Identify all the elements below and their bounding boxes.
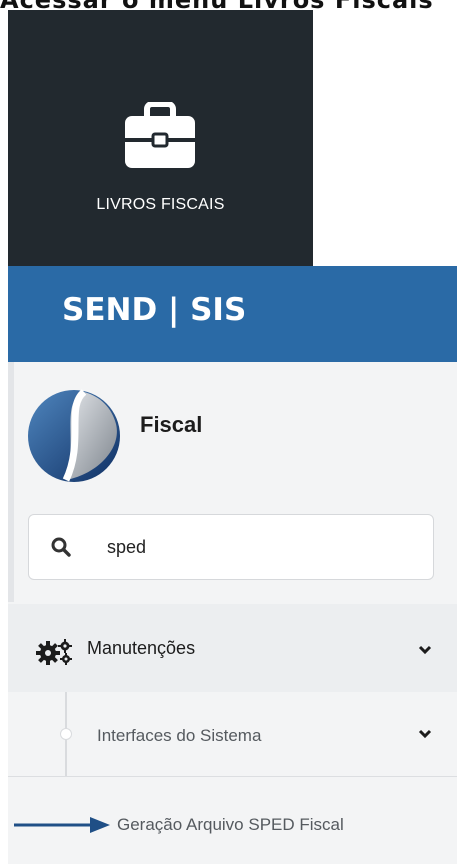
menu-item-label: Manutenções bbox=[87, 638, 196, 658]
arrow-pointer-icon bbox=[14, 815, 110, 840]
top-caption-fragment: Acessar o menu Livros Fiscais bbox=[0, 0, 457, 10]
module-title: Fiscal bbox=[140, 412, 203, 437]
search-icon bbox=[51, 537, 71, 562]
tree-node-dot bbox=[60, 728, 72, 740]
app-header: SEND | SIS bbox=[8, 266, 457, 362]
chevron-down-icon[interactable] bbox=[418, 642, 432, 660]
submenu-item-label: Interfaces do Sistema bbox=[97, 726, 262, 745]
menu-item-manutencoes[interactable]: Manutenções bbox=[8, 604, 457, 692]
search-box[interactable] bbox=[28, 514, 434, 580]
menu-item-geracao-arquivo-sped-fiscal[interactable]: Geração Arquivo SPED Fiscal bbox=[8, 777, 457, 864]
sidebar-edge bbox=[8, 362, 14, 602]
search-input[interactable] bbox=[107, 534, 407, 560]
gears-icon bbox=[36, 639, 76, 670]
livros-fiscais-tile[interactable]: LIVROS FISCAIS bbox=[8, 10, 313, 266]
fiscal-logo bbox=[26, 388, 122, 489]
sidebar: Fiscal sped Manutenções Interfaces do Si… bbox=[8, 362, 457, 864]
top-caption-text: Acessar o menu Livros Fiscais bbox=[0, 0, 434, 10]
tile-label: LIVROS FISCAIS bbox=[96, 196, 225, 213]
briefcase-icon bbox=[123, 101, 197, 175]
menu-item-interfaces-do-sistema[interactable]: Interfaces do Sistema bbox=[8, 692, 457, 776]
leaf-item-label: Geração Arquivo SPED Fiscal bbox=[117, 815, 344, 834]
brand-title: SEND | SIS bbox=[62, 292, 247, 328]
chevron-down-icon[interactable] bbox=[418, 726, 432, 744]
